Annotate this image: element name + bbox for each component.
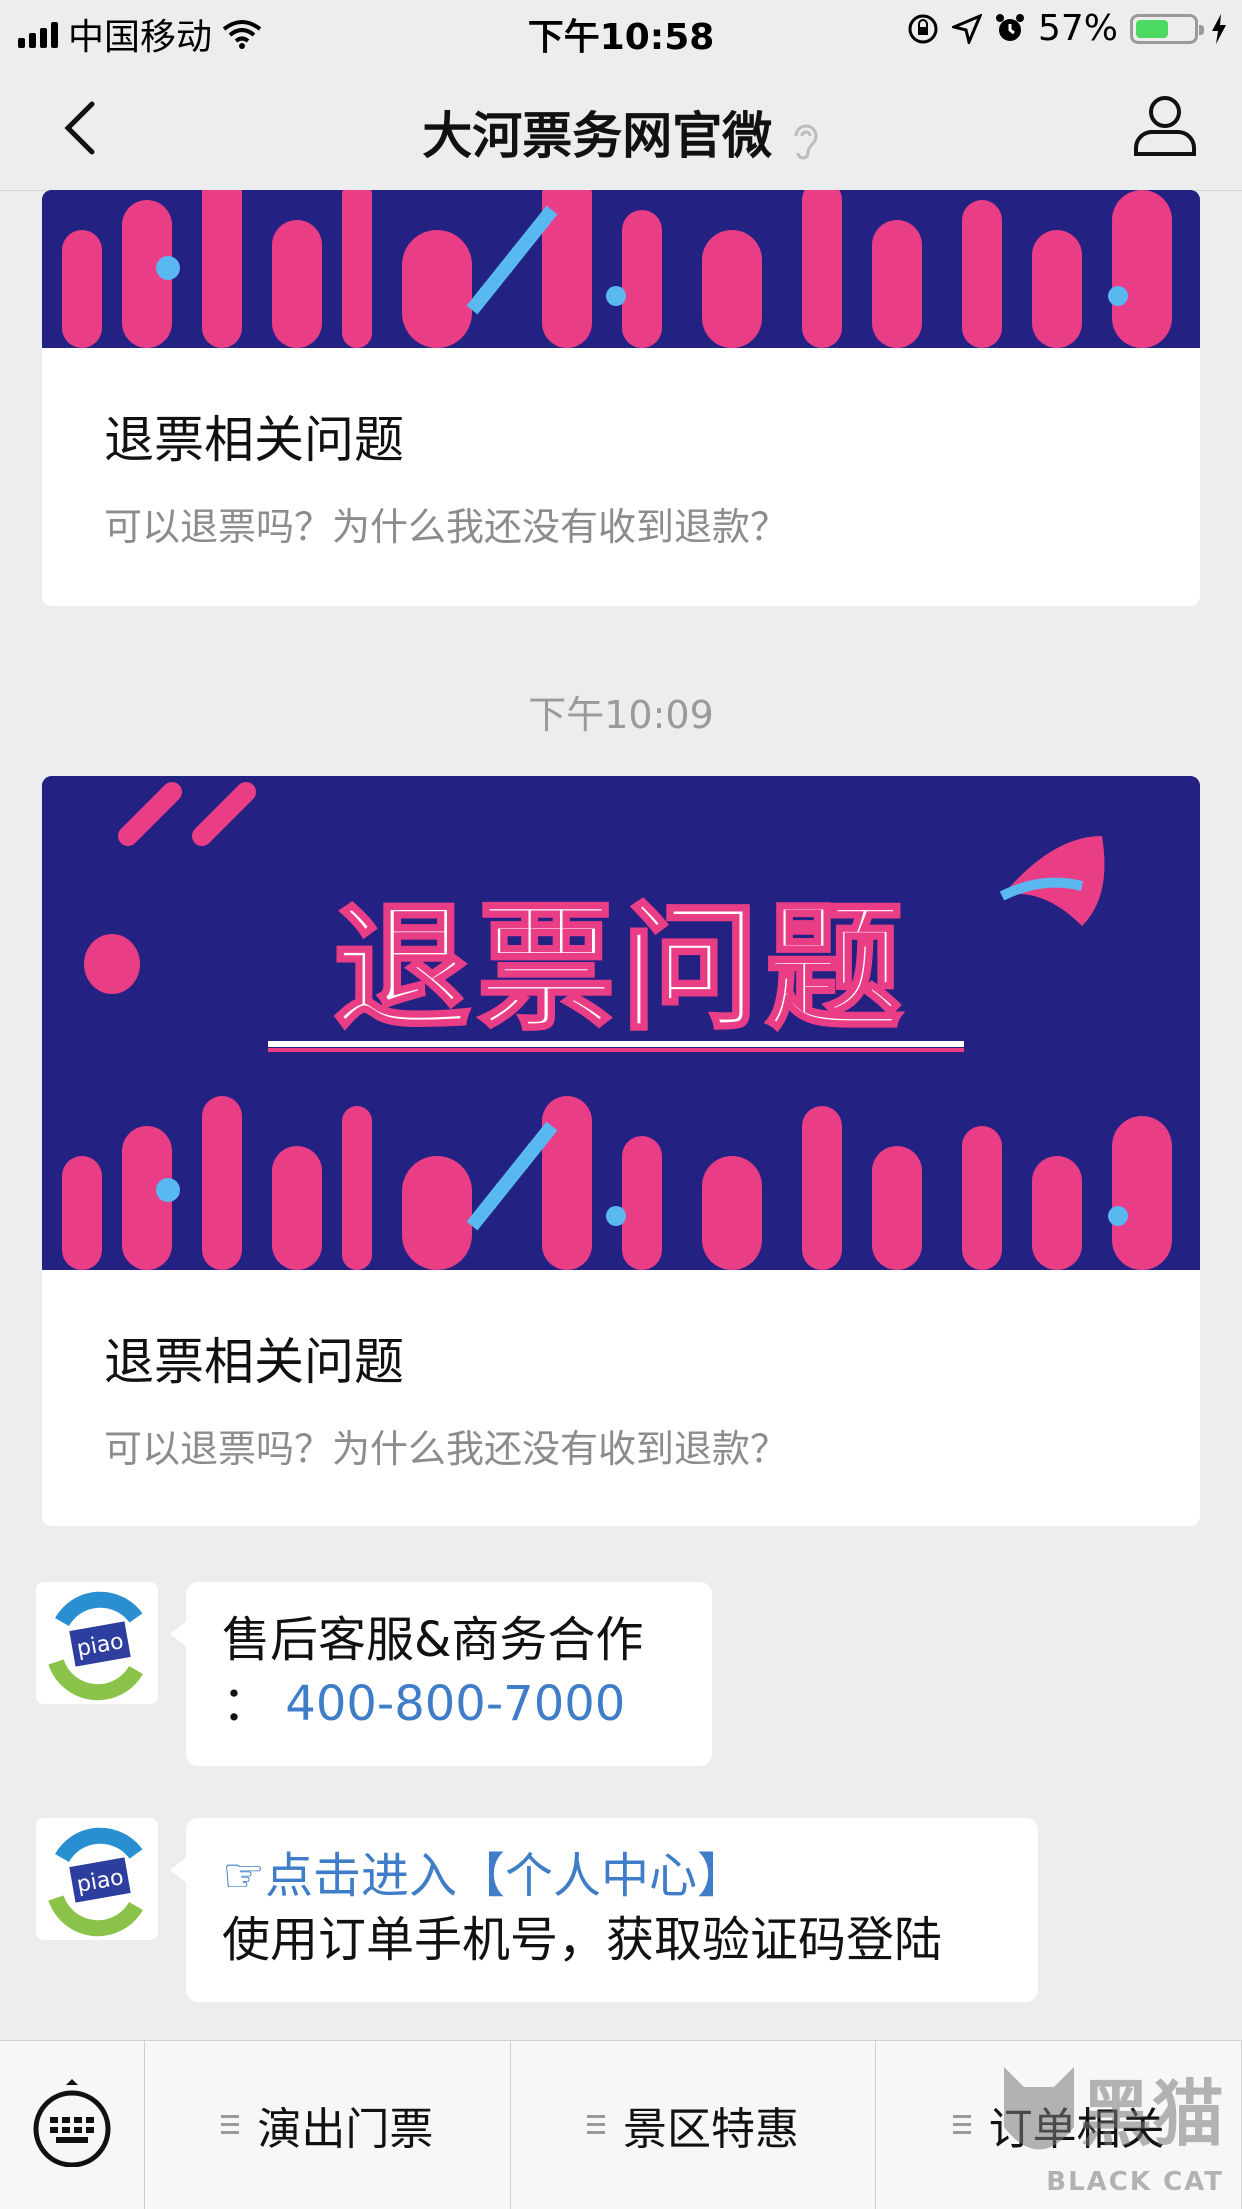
menu-item-shows[interactable]: 演出门票 [145, 2041, 511, 2209]
avatar[interactable]: piao [36, 1818, 158, 1940]
article-title-1: 退票相关问题 [104, 411, 404, 469]
message-row-2: piao ☞点击进入【个人中心】 使用订单手机号，获取验证码登陆 [36, 1818, 1038, 2008]
bottom-menu-bar: 演出门票 景区特惠 订单相关 黑猫 BLACK CAT [0, 2040, 1242, 2209]
ear-icon [794, 124, 818, 159]
menu-lines-icon [952, 2113, 971, 2137]
keyboard-icon [33, 2079, 111, 2167]
article-title-2: 退票相关问题 [104, 1333, 404, 1391]
message-bubble-1[interactable]: 售后客服&商务合作 ： 400-800-7000 [170, 1582, 712, 1766]
menu-lines-icon [221, 2113, 240, 2137]
message-line-1: 售后客服&商务合作 [222, 1612, 644, 1668]
banner-headline: 退票问题 [333, 888, 909, 1049]
charging-icon [1212, 13, 1226, 44]
banner-art: 退票问题 [42, 776, 1200, 1270]
watermark-cn: 黑猫 [1079, 2072, 1224, 2156]
personal-center-link[interactable]: 点击进入【个人中心】 [265, 1848, 745, 1904]
message-row-1: piao 售后客服&商务合作 ： 400-800-7000 [36, 1582, 736, 1772]
message-bubble-2[interactable]: ☞点击进入【个人中心】 使用订单手机号，获取验证码登陆 [170, 1818, 1038, 2002]
article-card-2[interactable]: 退票问题 退票相关问题 可以退票吗？为什么我还没有收到退款？ [42, 776, 1200, 1526]
avatar[interactable]: piao [36, 1582, 158, 1704]
message-timestamp: 下午10:09 [528, 693, 714, 737]
banner-pattern [42, 190, 1200, 348]
chat-title-text: 大河票务网官微 [422, 107, 773, 165]
status-right: 57% [906, 8, 1228, 49]
message-line-2: 使用订单手机号，获取验证码登陆 [222, 1912, 943, 1968]
message-link-line: ☞点击进入【个人中心】 [222, 1844, 1002, 1908]
nav-bar: 大河票务网官微 [0, 62, 1242, 191]
article-banner-1 [42, 190, 1200, 348]
article-banner-2: 退票问题 [42, 776, 1200, 1270]
keyboard-toggle-button[interactable] [0, 2041, 145, 2209]
rotation-lock-icon [908, 14, 938, 43]
menu-item-scenic[interactable]: 景区特惠 [511, 2041, 877, 2209]
location-icon [951, 13, 982, 44]
battery-icon [1130, 13, 1204, 44]
person-icon[interactable] [1132, 92, 1198, 158]
menu-lines-icon [587, 2113, 605, 2137]
piao-logo: piao [36, 1818, 158, 1940]
cat-shield-icon [1004, 2067, 1074, 2150]
chat-title: 大河票务网官微 [0, 96, 1242, 168]
message-line-2: ： 400-800-7000 [222, 1672, 676, 1736]
alarm-icon [995, 13, 1024, 41]
phone-link[interactable]: 400-800-7000 [285, 1676, 625, 1732]
article-desc-1: 可以退票吗？为什么我还没有收到退款？ [104, 505, 789, 549]
article-desc-2: 可以退票吗？为什么我还没有收到退款？ [104, 1427, 789, 1471]
battery-percent: 57% [1037, 8, 1118, 49]
status-bar: 中国移动 下午10:58 57% [0, 0, 1242, 62]
article-card-1[interactable]: 退票相关问题 可以退票吗？为什么我还没有收到退款？ [42, 190, 1200, 606]
message-colon: ： [222, 1676, 271, 1732]
pointing-hand-icon: ☞ [222, 1848, 266, 1904]
black-cat-watermark: 黑猫 BLACK CAT [994, 2047, 1224, 2197]
piao-logo: piao [36, 1582, 158, 1704]
watermark-en: BLACK CAT [1046, 2167, 1224, 2197]
menu-item-label: 演出门票 [257, 2104, 434, 2155]
menu-item-label: 景区特惠 [623, 2104, 799, 2155]
